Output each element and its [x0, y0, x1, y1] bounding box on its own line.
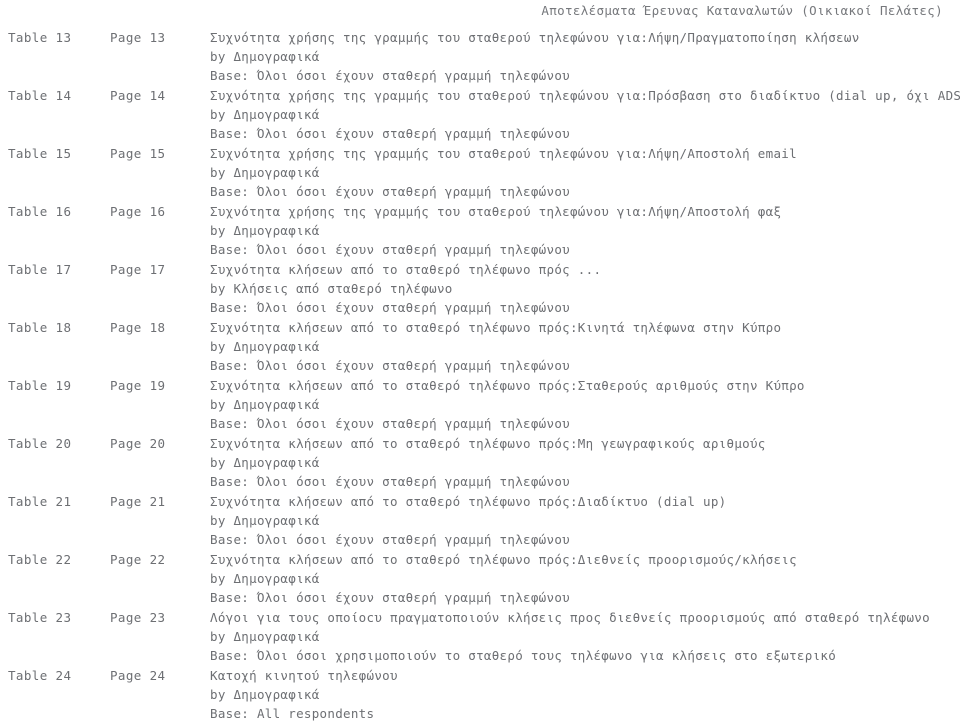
table-by-text: by Δημογραφικά: [210, 455, 320, 470]
page-number-label: Page 18: [110, 320, 166, 335]
table-title-text: Συχνότητα κλήσεων από το σταθερό τηλέφων…: [210, 262, 602, 277]
table-by-text: by Δημογραφικά: [210, 629, 320, 644]
table-by-text: by Δημογραφικά: [210, 571, 320, 586]
table-number-label: Table 21: [8, 494, 72, 509]
table-number-label: Table 13: [8, 30, 72, 45]
table-by-text: by Δημογραφικά: [210, 339, 320, 354]
page-number-label: Page 15: [110, 146, 166, 161]
table-base-text: Base: Όλοι όσοι έχουν σταθερή γραμμή τηλ…: [210, 126, 570, 141]
table-row[interactable]: Table 13 Page 13 Συχνότητα χρήσης της γρ…: [0, 28, 960, 86]
table-title-text: Συχνότητα κλήσεων από το σταθερό τηλέφων…: [210, 378, 805, 393]
table-base-text: Base: Όλοι όσοι έχουν σταθερή γραμμή τηλ…: [210, 532, 570, 547]
table-by-text: by Δημογραφικά: [210, 223, 320, 238]
table-title-text: Συχνότητα κλήσεων από το σταθερό τηλέφων…: [210, 320, 782, 335]
table-title-text: Συχνότητα χρήσης της γραμμής του σταθερο…: [210, 88, 960, 103]
table-description: Λόγοι για τους οποίοcυ πραγματοποιούν κλ…: [210, 608, 958, 665]
table-number-label: Table 18: [8, 320, 72, 335]
table-description: Συχνότητα χρήσης της γραμμής του σταθερο…: [210, 202, 958, 259]
table-by-text: by Δημογραφικά: [210, 165, 320, 180]
table-base-text: Base: Όλοι όσοι έχουν σταθερή γραμμή τηλ…: [210, 358, 570, 373]
table-row[interactable]: Table 19 Page 19 Συχνότητα κλήσεων από τ…: [0, 376, 960, 434]
table-number-label: Table 24: [8, 668, 72, 683]
table-number-label: Table 19: [8, 378, 72, 393]
page-number-label: Page 19: [110, 378, 166, 393]
table-row[interactable]: Table 22 Page 22 Συχνότητα κλήσεων από τ…: [0, 550, 960, 608]
page-number-label: Page 21: [110, 494, 166, 509]
table-row[interactable]: Table 23 Page 23 Λόγοι για τους οποίοcυ …: [0, 608, 960, 666]
table-title-text: Συχνότητα χρήσης της γραμμής του σταθερο…: [210, 204, 782, 219]
table-title-text: Λόγοι για τους οποίοcυ πραγματοποιούν κλ…: [210, 610, 930, 625]
table-by-text: by Κλήσεις από σταθερό τηλέφωνο: [210, 281, 453, 296]
table-number-label: Table 22: [8, 552, 72, 567]
table-base-text: Base: Όλοι όσοι έχουν σταθερή γραμμή τηλ…: [210, 474, 570, 489]
table-number-label: Table 15: [8, 146, 72, 161]
table-base-text: Base: Όλοι όσοι χρησιμοποιούν το σταθερό…: [210, 648, 837, 663]
table-base-text: Base: Όλοι όσοι έχουν σταθερή γραμμή τηλ…: [210, 184, 570, 199]
table-by-text: by Δημογραφικά: [210, 49, 320, 64]
table-base-text: Base: Όλοι όσοι έχουν σταθερή γραμμή τηλ…: [210, 68, 570, 83]
page-number-label: Page 24: [110, 668, 166, 683]
page-number-label: Page 16: [110, 204, 166, 219]
table-of-contents-list: Table 13 Page 13 Συχνότητα χρήσης της γρ…: [0, 28, 960, 724]
table-title-text: Κατοχή κινητού τηλεφώνου: [210, 668, 398, 683]
table-number-label: Table 20: [8, 436, 72, 451]
table-number-label: Table 17: [8, 262, 72, 277]
table-number-label: Table 23: [8, 610, 72, 625]
page-number-label: Page 13: [110, 30, 166, 45]
table-row[interactable]: Table 14 Page 14 Συχνότητα χρήσης της γρ…: [0, 86, 960, 144]
table-title-text: Συχνότητα κλήσεων από το σταθερό τηλέφων…: [210, 552, 797, 567]
page-number-label: Page 22: [110, 552, 166, 567]
page-number-label: Page 23: [110, 610, 166, 625]
table-row[interactable]: Table 15 Page 15 Συχνότητα χρήσης της γρ…: [0, 144, 960, 202]
table-description: Συχνότητα κλήσεων από το σταθερό τηλέφων…: [210, 550, 958, 607]
table-row[interactable]: Table 24 Page 24 Κατοχή κινητού τηλεφώνο…: [0, 666, 960, 724]
table-row[interactable]: Table 16 Page 16 Συχνότητα χρήσης της γρ…: [0, 202, 960, 260]
table-title-text: Συχνότητα κλήσεων από το σταθερό τηλέφων…: [210, 494, 727, 509]
table-description: Συχνότητα χρήσης της γραμμής του σταθερο…: [210, 86, 960, 143]
table-description: Κατοχή κινητού τηλεφώνου by Δημογραφικά …: [210, 666, 958, 723]
table-by-text: by Δημογραφικά: [210, 107, 320, 122]
page-number-label: Page 17: [110, 262, 166, 277]
table-row[interactable]: Table 17 Page 17 Συχνότητα κλήσεων από τ…: [0, 260, 960, 318]
table-description: Συχνότητα κλήσεων από το σταθερό τηλέφων…: [210, 376, 958, 433]
table-number-label: Table 16: [8, 204, 72, 219]
page-number-label: Page 20: [110, 436, 166, 451]
table-title-text: Συχνότητα χρήσης της γραμμής του σταθερο…: [210, 30, 860, 45]
table-description: Συχνότητα κλήσεων από το σταθερό τηλέφων…: [210, 318, 958, 375]
table-description: Συχνότητα χρήσης της γραμμής του σταθερο…: [210, 144, 958, 201]
page-number-label: Page 14: [110, 88, 166, 103]
table-description: Συχνότητα χρήσης της γραμμής του σταθερο…: [210, 28, 958, 85]
table-base-text: Base: Όλοι όσοι έχουν σταθερή γραμμή τηλ…: [210, 416, 570, 431]
table-description: Συχνότητα κλήσεων από το σταθερό τηλέφων…: [210, 260, 958, 317]
table-title-text: Συχνότητα χρήσης της γραμμής του σταθερο…: [210, 146, 797, 161]
table-by-text: by Δημογραφικά: [210, 397, 320, 412]
table-by-text: by Δημογραφικά: [210, 687, 320, 702]
table-base-text: Base: Όλοι όσοι έχουν σταθερή γραμμή τηλ…: [210, 590, 570, 605]
table-base-text: Base: Όλοι όσοι έχουν σταθερή γραμμή τηλ…: [210, 242, 570, 257]
table-description: Συχνότητα κλήσεων από το σταθερό τηλέφων…: [210, 434, 958, 491]
table-number-label: Table 14: [8, 88, 72, 103]
table-base-text: Base: All respondents: [210, 706, 375, 721]
table-base-text: Base: Όλοι όσοι έχουν σταθερή γραμμή τηλ…: [210, 300, 570, 315]
document-page: Αποτελέσματα Έρευνας Καταναλωτών (Οικιακ…: [0, 0, 960, 721]
table-title-text: Συχνότητα κλήσεων από το σταθερό τηλέφων…: [210, 436, 766, 451]
table-row[interactable]: Table 20 Page 20 Συχνότητα κλήσεων από τ…: [0, 434, 960, 492]
table-row[interactable]: Table 18 Page 18 Συχνότητα κλήσεων από τ…: [0, 318, 960, 376]
document-header-title: Αποτελέσματα Έρευνας Καταναλωτών (Οικιακ…: [541, 3, 943, 18]
table-by-text: by Δημογραφικά: [210, 513, 320, 528]
table-description: Συχνότητα κλήσεων από το σταθερό τηλέφων…: [210, 492, 958, 549]
table-row[interactable]: Table 21 Page 21 Συχνότητα κλήσεων από τ…: [0, 492, 960, 550]
